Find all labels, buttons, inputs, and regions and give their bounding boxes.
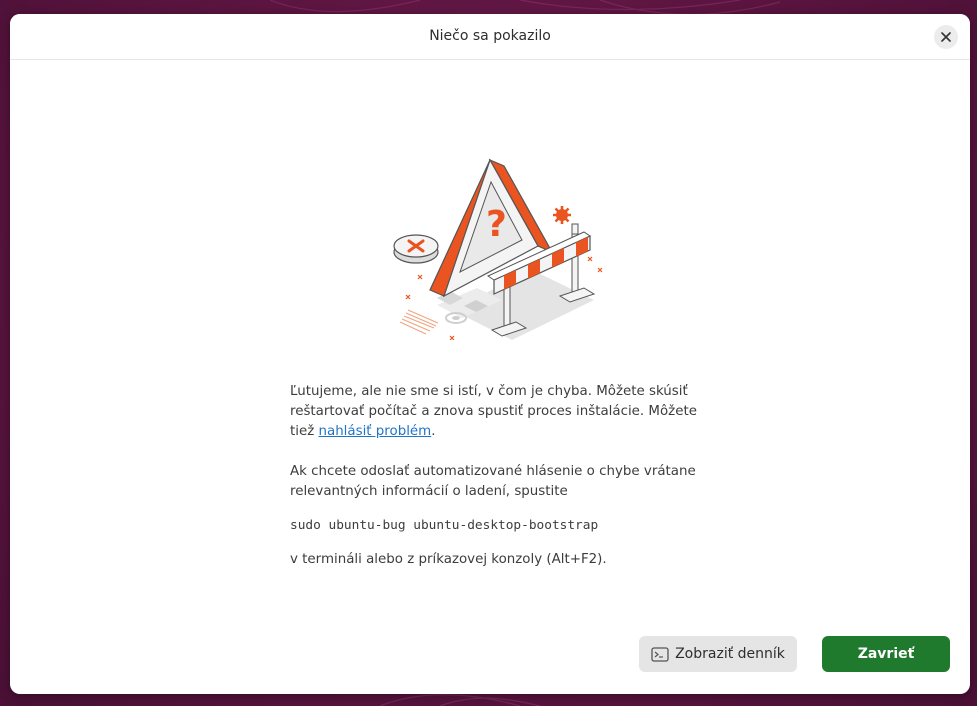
dialog-title: Niečo sa pokazilo: [429, 28, 551, 44]
svg-text:?: ?: [486, 204, 507, 245]
error-message: Ľutujeme, ale nie sme si istí, v čom je …: [290, 382, 700, 570]
close-window-button[interactable]: [934, 25, 958, 49]
terminal-instructions: v termináli alebo z príkazovej konzoly (…: [290, 552, 607, 567]
close-label: Zavrieť: [857, 646, 915, 662]
message-end: .: [431, 424, 436, 439]
show-log-label: Zobraziť denník: [675, 646, 785, 662]
report-problem-link[interactable]: nahlásiť problém: [319, 424, 432, 439]
terminal-icon: [651, 646, 669, 662]
close-icon: [941, 32, 951, 42]
close-button[interactable]: Zavrieť: [822, 636, 950, 672]
bug-report-command: sudo ubuntu-bug ubuntu-desktop-bootstrap: [290, 518, 599, 533]
bug-report-instructions: Ak chcete odoslať automatizované hláseni…: [290, 464, 696, 499]
message-paragraph: Ľutujeme, ale nie sme si istí, v čom je …: [290, 382, 700, 442]
dialog-titlebar: Niečo sa pokazilo: [10, 14, 970, 60]
show-log-button[interactable]: Zobraziť denník: [639, 636, 797, 672]
warning-barrier-illustration: ?: [393, 158, 603, 340]
error-dialog: Niečo sa pokazilo ? Ľutujeme, ale nie sm…: [10, 14, 970, 694]
